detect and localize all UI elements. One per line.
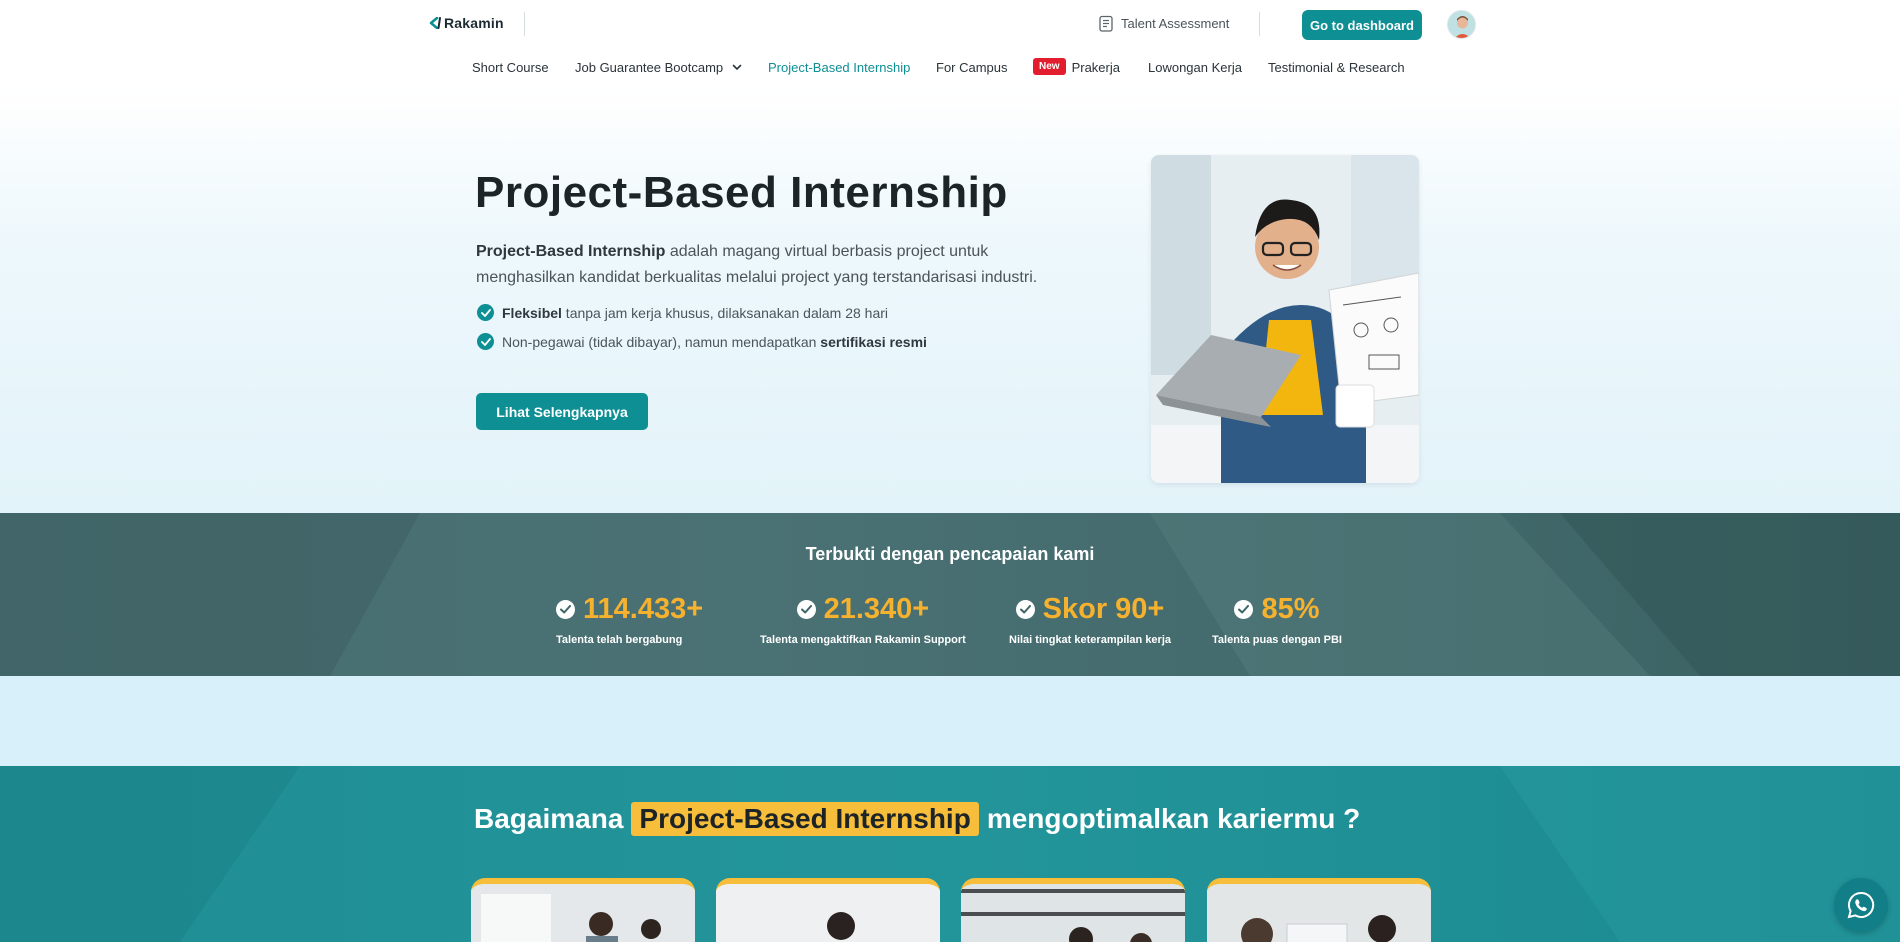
benefit-card-image: [471, 884, 695, 942]
check-circle-icon: [477, 304, 494, 321]
nav-item-lowongan-kerja[interactable]: Lowongan Kerja: [1148, 60, 1242, 75]
whatsapp-icon: [1847, 891, 1875, 919]
user-avatar[interactable]: [1447, 10, 1476, 39]
nav-item-prakerja[interactable]: New Prakerja: [1033, 57, 1120, 75]
benefit-card-image: [1207, 884, 1431, 942]
nav-item-label: Short Course: [472, 60, 549, 75]
how-background: [0, 766, 1900, 942]
check-circle-icon: [477, 333, 494, 350]
how-title-post: mengoptimalkan kariermu ?: [986, 803, 1361, 834]
go-to-dashboard-button[interactable]: Go to dashboard: [1302, 10, 1422, 40]
hero-photo-illustration: [1151, 155, 1419, 483]
benefit-card[interactable]: [471, 878, 695, 942]
main-nav: Short Course Job Guarantee Bootcamp Proj…: [0, 48, 1900, 88]
how-title-pre: Bagaimana: [474, 803, 624, 834]
rakamin-logo[interactable]: Rakamin: [428, 15, 504, 31]
header-divider: [524, 12, 525, 36]
stat-item: 85% Talenta puas dengan PBI: [1212, 593, 1342, 646]
hero-section: Project-Based Internship Project-Based I…: [0, 88, 1900, 513]
logo-text: Rakamin: [444, 15, 504, 31]
stat-label: Talenta mengaktifkan Rakamin Support: [760, 634, 966, 646]
benefit-card-image: [716, 884, 940, 942]
hero-description-bold: Project-Based Internship: [476, 243, 666, 260]
check-circle-icon: [796, 600, 816, 619]
new-badge: New: [1033, 57, 1066, 75]
stat-item: 114.433+ Talenta telah bergabung: [556, 593, 703, 646]
stat-value: 85%: [1261, 593, 1320, 625]
lihat-selengkapnya-button[interactable]: Lihat Selengkapnya: [476, 393, 648, 430]
nav-item-label: Lowongan Kerja: [1148, 60, 1242, 75]
stat-label: Nilai tingkat keterampilan kerja: [1009, 634, 1172, 646]
stats-section: Terbukti dengan pencapaian kami 114.433+…: [0, 513, 1900, 676]
nav-item-for-campus[interactable]: For Campus: [936, 60, 1008, 75]
page-title: Project-Based Internship: [475, 168, 1008, 217]
section-spacer: [0, 676, 1900, 766]
nav-item-label: Job Guarantee Bootcamp: [575, 60, 724, 75]
nav-item-short-course[interactable]: Short Course: [472, 60, 549, 75]
benefit-card-image: [961, 884, 1185, 942]
how-title-highlight: Project-Based Internship: [631, 802, 979, 836]
stat-value: Skor 90+: [1042, 593, 1165, 625]
how-title: Bagaimana Project-Based Internship mengo…: [474, 802, 1360, 836]
hero-bullet-text: Fleksibel tanpa jam kerja khusus, dilaks…: [502, 305, 888, 321]
hero-bullet-rest: Non-pegawai (tidak dibayar), namun menda…: [502, 333, 821, 350]
hero-bullet: Fleksibel tanpa jam kerja khusus, dilaks…: [477, 304, 888, 321]
nav-item-testimonial-research[interactable]: Testimonial & Research: [1268, 60, 1405, 75]
top-header: Rakamin Talent Assessment Go to dashboar…: [0, 0, 1900, 48]
hero-bullet-rest: tanpa jam kerja khusus, dilaksanakan dal…: [561, 304, 888, 321]
how-section: Bagaimana Project-Based Internship mengo…: [0, 766, 1900, 942]
nav-item-project-based-internship[interactable]: Project-Based Internship: [768, 60, 910, 75]
stat-item: Skor 90+ Nilai tingkat keterampilan kerj…: [1009, 593, 1171, 646]
clipboard-icon: [1099, 15, 1113, 32]
nav-item-job-guarantee-bootcamp[interactable]: Job Guarantee Bootcamp: [575, 60, 742, 75]
hero-photo: [1151, 155, 1419, 483]
stat-value: 114.433+: [583, 593, 704, 625]
benefit-card[interactable]: [716, 878, 940, 942]
nav-item-label: Prakerja: [1071, 60, 1120, 75]
hero-bullet-text: Non-pegawai (tidak dibayar), namun menda…: [502, 334, 927, 350]
hero-description-text: adalah magang virtual berbasis project u…: [665, 243, 989, 260]
stats-title: Terbukti dengan pencapaian kami: [805, 544, 1095, 564]
rakamin-logo-icon: [429, 17, 441, 29]
benefit-card[interactable]: [961, 878, 1185, 942]
nav-item-label: Project-Based Internship: [768, 60, 911, 75]
hero-bullet: Non-pegawai (tidak dibayar), namun menda…: [477, 333, 927, 350]
stat-label: Talenta telah bergabung: [556, 634, 683, 646]
header-divider: [1259, 12, 1260, 36]
stat-value: 21.340+: [823, 593, 930, 625]
whatsapp-chat-button[interactable]: [1834, 878, 1888, 932]
talent-assessment-link[interactable]: Talent Assessment: [1099, 15, 1229, 32]
hero-bullet-bold: sertifikasi resmi: [820, 333, 927, 350]
check-circle-icon: [1234, 600, 1254, 619]
stat-label: Talenta puas dengan PBI: [1212, 634, 1342, 646]
avatar-icon: [1448, 11, 1475, 38]
hero-description-text: menghasilkan kandidat berkualitas melalu…: [476, 269, 1038, 286]
nav-item-label: Testimonial & Research: [1268, 60, 1405, 75]
nav-item-label: For Campus: [936, 60, 1008, 75]
benefit-card[interactable]: [1207, 878, 1431, 942]
talent-assessment-label: Talent Assessment: [1121, 16, 1230, 31]
check-circle-icon: [1015, 600, 1035, 619]
chevron-down-icon: [732, 64, 742, 71]
hero-description: Project-Based Internship adalah magang v…: [476, 239, 1096, 291]
hero-bullet-bold: Fleksibel: [502, 304, 562, 321]
check-circle-icon: [556, 600, 575, 619]
stat-item: 21.340+ Talenta mengaktifkan Rakamin Sup…: [760, 593, 966, 646]
